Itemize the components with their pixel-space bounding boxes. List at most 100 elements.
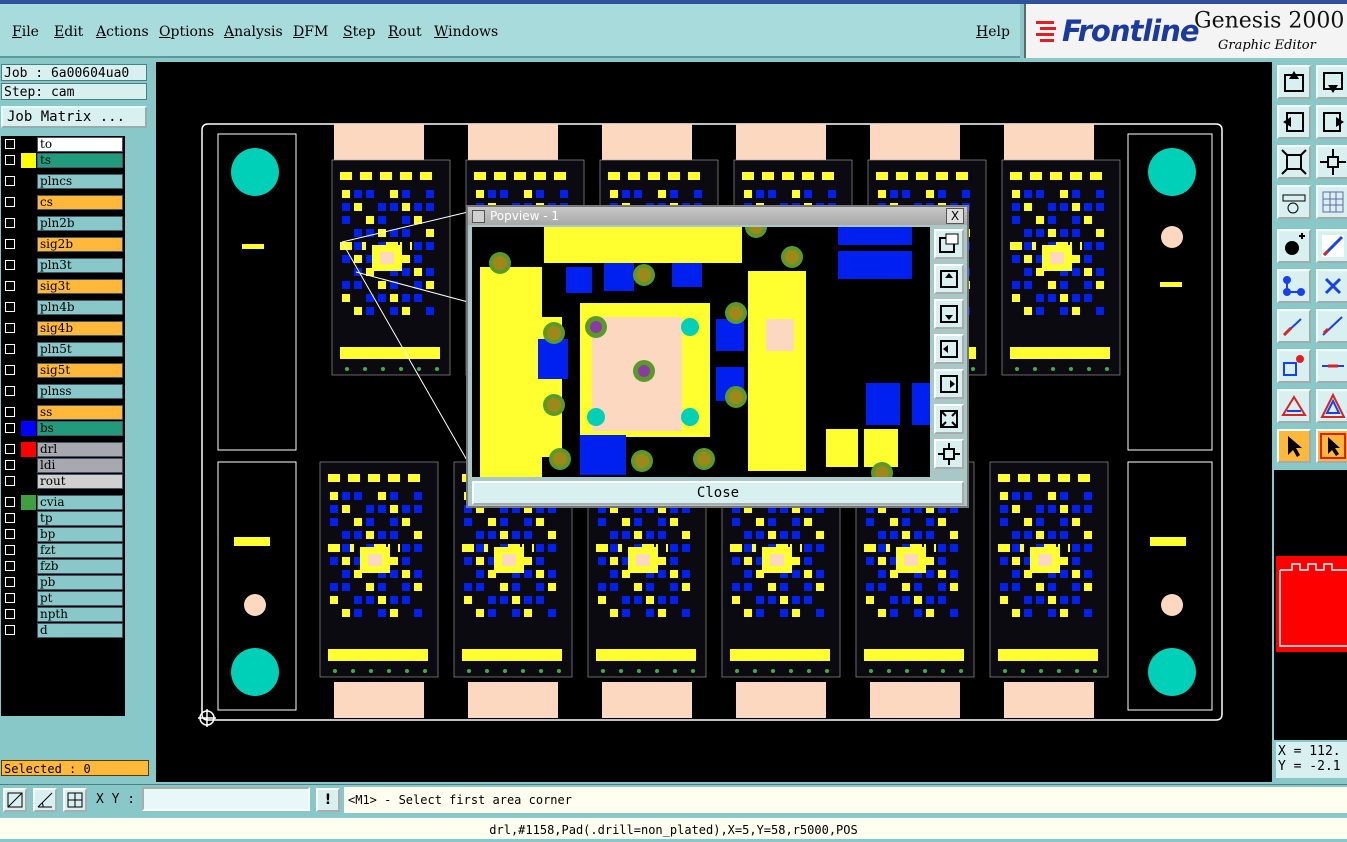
- layer-checkbox[interactable]: [5, 593, 15, 603]
- layer-color-swatch[interactable]: [21, 442, 36, 457]
- layer-name[interactable]: bp: [37, 527, 123, 542]
- layer-name[interactable]: pb: [37, 575, 123, 590]
- layer-name[interactable]: cvia: [37, 495, 123, 510]
- layer-name[interactable]: to: [37, 137, 123, 152]
- popview-titlebar[interactable]: Popview - 1 X: [468, 207, 967, 225]
- layer-color-swatch[interactable]: [21, 300, 36, 315]
- layer-row[interactable]: to: [1, 137, 125, 152]
- layer-name[interactable]: pln5t: [37, 342, 123, 357]
- layer-row[interactable]: sig5t: [1, 363, 125, 378]
- add-line-tool[interactable]: [1316, 229, 1347, 263]
- layer-color-swatch[interactable]: [21, 575, 36, 590]
- layer-checkbox[interactable]: [5, 139, 15, 149]
- menu-step[interactable]: Step: [343, 24, 375, 40]
- pan-right-tool[interactable]: [1316, 105, 1347, 139]
- layer-name[interactable]: sig5t: [37, 363, 123, 378]
- layer-name[interactable]: bs: [37, 421, 123, 436]
- menu-analysis[interactable]: Analysis: [224, 24, 283, 40]
- layer-color-swatch[interactable]: [21, 321, 36, 336]
- menu-rout[interactable]: Rout: [388, 24, 422, 40]
- layer-color-swatch[interactable]: [21, 279, 36, 294]
- zoom-up-button[interactable]: [1277, 65, 1311, 99]
- menu-help[interactable]: Help: [976, 24, 1010, 40]
- layer-color-swatch[interactable]: [21, 137, 36, 152]
- layer-row[interactable]: pb: [1, 575, 125, 590]
- layer-row[interactable]: pln4b: [1, 300, 125, 315]
- popview-close-button[interactable]: Close: [472, 481, 964, 505]
- menu-edit[interactable]: Edit: [54, 24, 83, 40]
- layer-name[interactable]: cs: [37, 195, 123, 210]
- slice-tool[interactable]: [1316, 309, 1347, 343]
- layer-row[interactable]: drl: [1, 442, 125, 457]
- layer-row[interactable]: tp: [1, 511, 125, 526]
- layer-color-swatch[interactable]: [21, 623, 36, 638]
- layer-color-swatch[interactable]: [21, 153, 36, 168]
- layer-color-swatch[interactable]: [21, 384, 36, 399]
- layer-row[interactable]: pln2b: [1, 216, 125, 231]
- snap-button[interactable]: [3, 788, 27, 812]
- layer-checkbox[interactable]: [5, 407, 15, 417]
- window-menu-icon[interactable]: [472, 210, 485, 223]
- layer-name[interactable]: rout: [37, 474, 123, 489]
- layer-name[interactable]: sig2b: [37, 237, 123, 252]
- measure-button[interactable]: [33, 788, 57, 812]
- layer-color-swatch[interactable]: [21, 591, 36, 606]
- layer-checkbox[interactable]: [5, 239, 15, 249]
- layer-name[interactable]: pln3t: [37, 258, 123, 273]
- popview-zoom-area[interactable]: [472, 227, 930, 477]
- layer-checkbox[interactable]: [5, 155, 15, 165]
- measure-tool[interactable]: [1277, 185, 1311, 219]
- layer-color-swatch[interactable]: [21, 607, 36, 622]
- layer-color-swatch[interactable]: [21, 258, 36, 273]
- menu-file[interactable]: File: [12, 24, 39, 40]
- popview-pan-left-button[interactable]: [934, 334, 964, 364]
- layer-row[interactable]: sig4b: [1, 321, 125, 336]
- layer-row[interactable]: bs: [1, 421, 125, 436]
- layer-name[interactable]: ldi: [37, 458, 123, 473]
- layer-row[interactable]: rout: [1, 474, 125, 489]
- layer-name[interactable]: d: [37, 623, 123, 638]
- layer-row[interactable]: sig3t: [1, 279, 125, 294]
- layer-row[interactable]: ldi: [1, 458, 125, 473]
- layer-row[interactable]: plncs: [1, 174, 125, 189]
- popview-pan-right-button[interactable]: [934, 369, 964, 399]
- popview-pan-down-button[interactable]: [934, 299, 964, 329]
- layer-name[interactable]: ss: [37, 405, 123, 420]
- polygon-tool[interactable]: [1277, 389, 1311, 423]
- menu-actions[interactable]: Actions: [96, 24, 149, 40]
- layer-row[interactable]: bp: [1, 527, 125, 542]
- job-matrix-button[interactable]: Job Matrix ...: [1, 106, 147, 128]
- popview-zoom-home-button[interactable]: [934, 229, 964, 259]
- layer-color-swatch[interactable]: [21, 363, 36, 378]
- select-area-tool[interactable]: [1316, 429, 1347, 463]
- layer-color-swatch[interactable]: [21, 559, 36, 574]
- layer-row[interactable]: npth: [1, 607, 125, 622]
- layer-color-swatch[interactable]: [21, 421, 36, 436]
- layer-checkbox[interactable]: [5, 344, 15, 354]
- layer-checkbox[interactable]: [5, 460, 15, 470]
- layer-name[interactable]: npth: [37, 607, 123, 622]
- layer-name[interactable]: plnss: [37, 384, 123, 399]
- layer-checkbox[interactable]: [5, 577, 15, 587]
- layer-color-swatch[interactable]: [21, 543, 36, 558]
- select-tool[interactable]: [1277, 429, 1311, 463]
- layer-checkbox[interactable]: [5, 476, 15, 486]
- grid-tool[interactable]: [1316, 185, 1347, 219]
- layer-checkbox[interactable]: [5, 302, 15, 312]
- layer-checkbox[interactable]: [5, 386, 15, 396]
- layer-checkbox[interactable]: [5, 218, 15, 228]
- zoom-out-tool[interactable]: [1316, 145, 1347, 179]
- layer-name[interactable]: fzb: [37, 559, 123, 574]
- layer-row[interactable]: pln5t: [1, 342, 125, 357]
- layer-color-swatch[interactable]: [21, 342, 36, 357]
- warning-button[interactable]: !: [316, 788, 340, 812]
- layer-color-swatch[interactable]: [21, 511, 36, 526]
- layer-checkbox[interactable]: [5, 323, 15, 333]
- layer-checkbox[interactable]: [5, 529, 15, 539]
- layer-row[interactable]: sig2b: [1, 237, 125, 252]
- overview-panel[interactable]: [1274, 470, 1347, 740]
- layer-checkbox[interactable]: [5, 609, 15, 619]
- layer-checkbox[interactable]: [5, 497, 15, 507]
- menu-dfm[interactable]: DFM: [293, 24, 328, 40]
- grid-snap-button[interactable]: [63, 788, 87, 812]
